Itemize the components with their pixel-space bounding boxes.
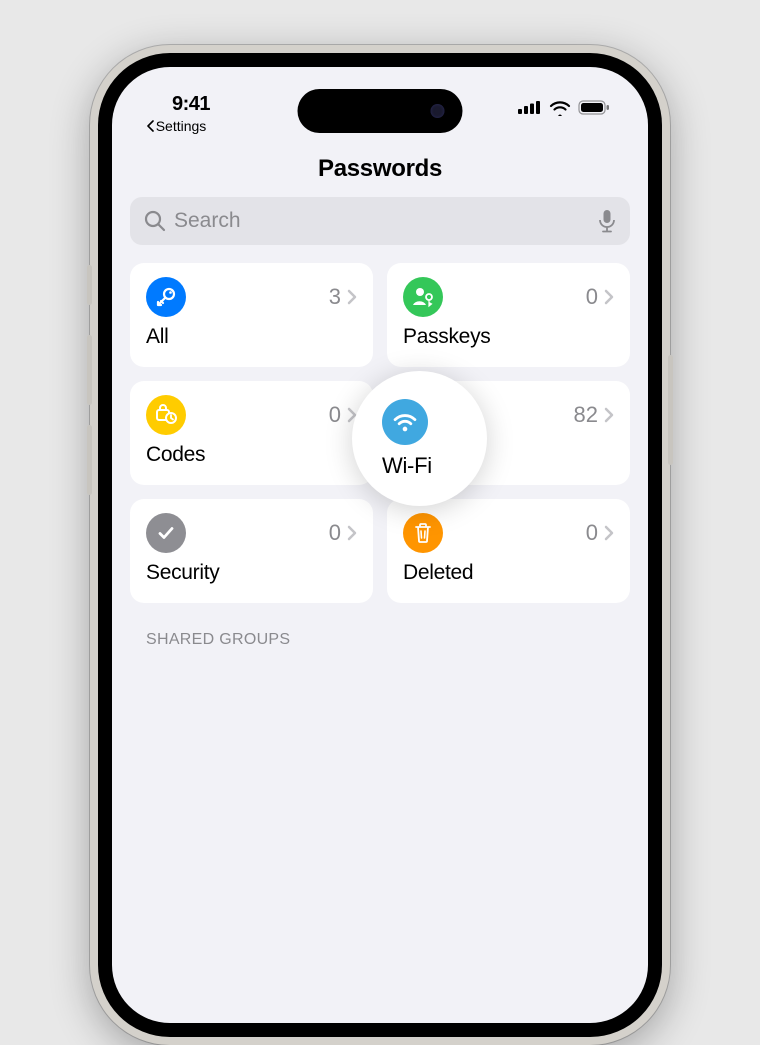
- chevron-right-icon: [604, 407, 614, 423]
- passkey-icon: [403, 277, 443, 317]
- checkmark-icon: [146, 513, 186, 553]
- status-time: 9:41: [172, 93, 210, 116]
- battery-icon: [578, 100, 610, 116]
- tile-label: Codes: [146, 443, 357, 467]
- tile-count: 0: [329, 402, 341, 428]
- chevron-right-icon: [347, 525, 357, 541]
- back-to-settings-link[interactable]: Settings: [146, 118, 207, 134]
- tile-label: Security: [146, 561, 357, 585]
- category-grid: 3 All 0: [112, 263, 648, 603]
- tile-label: Wi-Fi: [403, 443, 614, 467]
- tile-codes[interactable]: 0 Codes: [130, 381, 373, 485]
- chevron-right-icon: [347, 407, 357, 423]
- tile-all[interactable]: 3 All: [130, 263, 373, 367]
- tile-deleted[interactable]: 0 Deleted: [387, 499, 630, 603]
- shared-groups-header: SHARED GROUPS: [112, 603, 648, 649]
- search-bar[interactable]: [130, 197, 630, 245]
- screen: 9:41 Settings: [112, 67, 648, 1023]
- phone-frame: 9:41 Settings: [90, 45, 670, 1045]
- tile-label: Passkeys: [403, 325, 614, 349]
- volume-down-button: [87, 425, 92, 495]
- tile-count: 0: [329, 520, 341, 546]
- tile-passkeys[interactable]: 0 Passkeys: [387, 263, 630, 367]
- wifi-status-icon: [549, 100, 571, 116]
- tile-count: 3: [329, 284, 341, 310]
- tile-label: All: [146, 325, 357, 349]
- chevron-right-icon: [604, 289, 614, 305]
- side-button: [87, 265, 92, 305]
- dynamic-island: [298, 89, 463, 133]
- tile-label: Deleted: [403, 561, 614, 585]
- tile-count: 0: [586, 520, 598, 546]
- tile-wifi[interactable]: 82 Wi-Fi: [387, 381, 630, 485]
- wifi-icon: [403, 395, 443, 435]
- chevron-left-icon: [146, 120, 156, 132]
- volume-up-button: [87, 335, 92, 405]
- front-camera: [431, 104, 445, 118]
- chevron-right-icon: [347, 289, 357, 305]
- codes-icon: [146, 395, 186, 435]
- cellular-signal-icon: [518, 101, 542, 115]
- tile-count: 82: [574, 402, 598, 428]
- power-button: [668, 355, 673, 465]
- back-label: Settings: [156, 118, 207, 134]
- dictation-icon[interactable]: [598, 209, 616, 233]
- tile-count: 0: [586, 284, 598, 310]
- search-icon: [144, 210, 166, 232]
- trash-icon: [403, 513, 443, 553]
- chevron-right-icon: [604, 525, 614, 541]
- key-icon: [146, 277, 186, 317]
- search-input[interactable]: [174, 209, 590, 233]
- page-title: Passwords: [112, 137, 648, 197]
- tile-security[interactable]: 0 Security: [130, 499, 373, 603]
